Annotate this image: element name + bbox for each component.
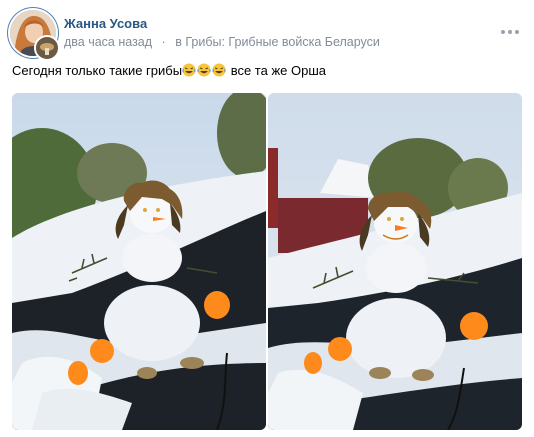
author-avatar[interactable] (10, 10, 60, 61)
meta-separator: · (161, 35, 166, 49)
group-avatar-badge[interactable] (34, 35, 60, 61)
group-prefix: в Грибы: (175, 35, 225, 49)
snowman-photo-1[interactable] (12, 93, 266, 430)
author-name[interactable]: Жанна Усова (64, 16, 147, 31)
more-options-icon[interactable] (501, 30, 519, 36)
post-text: Сегодня только такие грибы все та же Орш… (12, 63, 326, 78)
wall-post: Жанна Усова два часа назад · в Грибы: Гр… (0, 0, 534, 437)
group-name[interactable]: Грибные войска Беларуси (228, 35, 379, 49)
post-text-tail: все та же Орша (227, 63, 326, 78)
post-meta: два часа назад · в Грибы: Грибные войска… (64, 35, 380, 49)
post-text-main: Сегодня только такие грибы (12, 63, 183, 78)
post-time[interactable]: два часа назад (64, 35, 152, 49)
laughing-crying-emoji-icon (182, 63, 196, 77)
laughing-crying-emoji-icon (212, 63, 226, 77)
snowman-photo-2[interactable] (268, 93, 522, 430)
laughing-crying-emoji-icon (197, 63, 211, 77)
